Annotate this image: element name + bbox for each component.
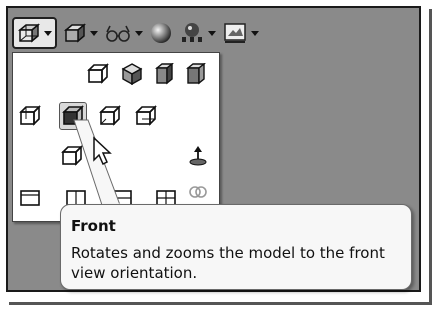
front-view-tooltip: Front Rotates and zooms the model to the… <box>60 204 412 290</box>
screenshot-frame: Front Rotates and zooms the model to the… <box>6 6 429 302</box>
tooltip-description: Rotates and zooms the model to the front… <box>71 244 385 282</box>
graphics-area: Front Rotates and zooms the model to the… <box>6 6 421 292</box>
tooltip-title: Front <box>71 217 116 235</box>
mouse-cursor-icon <box>93 136 112 166</box>
